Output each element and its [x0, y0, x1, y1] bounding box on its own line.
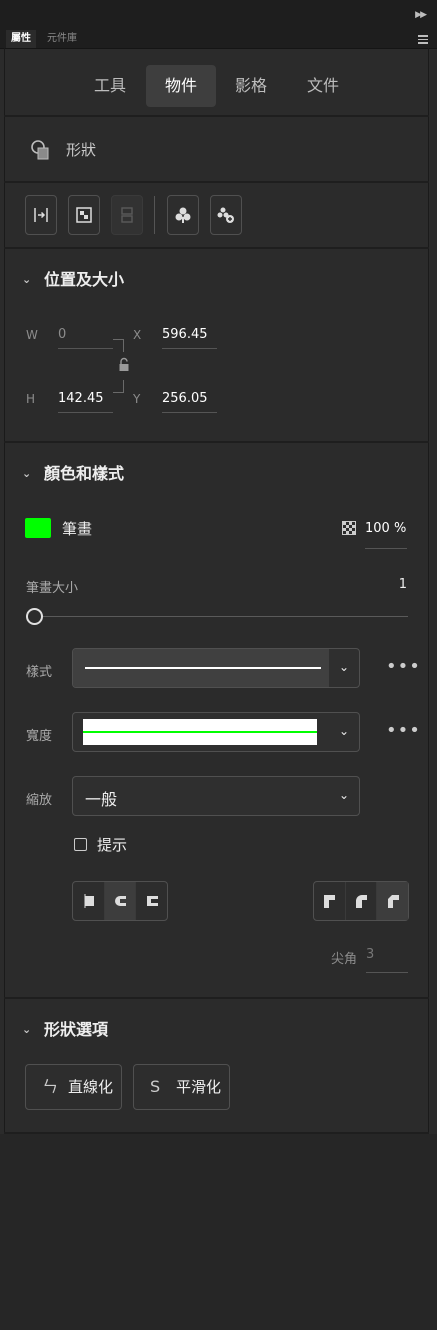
- width-profile-label: 寬度: [26, 729, 53, 744]
- break-apart-button[interactable]: [111, 195, 143, 235]
- tab-document[interactable]: 文件: [290, 65, 356, 107]
- shape-options-header[interactable]: ⌄ 形狀選項: [22, 1016, 108, 1040]
- divider: [4, 115, 429, 117]
- scale-dropdown[interactable]: 一般 ⌄: [72, 776, 360, 816]
- stroke-size-value[interactable]: 1: [399, 577, 407, 592]
- panel-top-strip: ▶▶: [0, 0, 437, 30]
- color-style-title: 顏色和樣式: [44, 464, 125, 483]
- tab-properties[interactable]: 屬性: [6, 30, 36, 48]
- position-size-header[interactable]: ⌄ 位置及大小: [22, 266, 124, 290]
- join-bevel-icon: [387, 895, 399, 908]
- scale-value: 一般: [85, 790, 118, 809]
- tab-tools[interactable]: 工具: [78, 65, 142, 107]
- hint-checkbox[interactable]: [74, 838, 87, 851]
- collapse-panel-icon[interactable]: ▶▶: [415, 10, 427, 20]
- tab-object[interactable]: 物件: [146, 65, 216, 107]
- style-label: 樣式: [26, 665, 53, 680]
- shape-icon: [31, 140, 49, 160]
- panel-frame-left: [4, 48, 5, 1134]
- join-miter-button[interactable]: [314, 882, 346, 920]
- x-field[interactable]: 596.45: [162, 322, 217, 349]
- align-button[interactable]: [25, 195, 57, 235]
- swap-symbol-icon: [76, 207, 92, 223]
- divider: [4, 181, 429, 183]
- smooth-label: 平滑化: [176, 1078, 222, 1096]
- align-icon: [34, 208, 48, 222]
- panel-menu-icon[interactable]: [418, 33, 428, 46]
- width-profile-line: [83, 731, 317, 733]
- opacity-checker-icon: [342, 521, 356, 535]
- cap-none-icon: [84, 894, 95, 908]
- join-round-icon: [356, 895, 367, 908]
- divider: [4, 441, 429, 443]
- hint-label: 提示: [97, 836, 128, 854]
- chevron-down-icon: ⌄: [22, 1023, 32, 1036]
- swap-symbol-button[interactable]: [68, 195, 100, 235]
- miter-field[interactable]: 3: [366, 942, 408, 973]
- opacity-field[interactable]: 100 %: [365, 518, 407, 549]
- width-profile-dropdown[interactable]: ⌄: [72, 712, 360, 752]
- height-field[interactable]: 142.45: [58, 386, 113, 413]
- stroke-size-slider-knob[interactable]: [26, 608, 43, 625]
- stroke-label: 筆畫: [62, 520, 93, 538]
- tab-library[interactable]: 元件庫: [42, 30, 82, 48]
- color-style-header[interactable]: ⌄ 顏色和樣式: [22, 460, 124, 484]
- toolbar-divider: [154, 196, 155, 234]
- chevron-down-icon: ⌄: [338, 788, 349, 802]
- position-size-title: 位置及大小: [44, 270, 125, 289]
- join-miter-icon: [324, 895, 336, 908]
- style-more-button[interactable]: •••: [386, 656, 421, 677]
- straighten-icon: ㄣ: [42, 1077, 59, 1096]
- cap-square-button[interactable]: [136, 882, 167, 920]
- divider: [4, 997, 429, 999]
- stroke-size-label: 筆畫大小: [26, 581, 79, 596]
- stroke-style-preview: [73, 649, 329, 687]
- smooth-button[interactable]: S 平滑化: [133, 1064, 230, 1110]
- y-label: Y: [133, 392, 141, 406]
- panel-empty-area: [0, 1134, 437, 1330]
- cap-round-icon: [115, 896, 126, 906]
- create-symbol-icon: [175, 207, 191, 223]
- h-label: H: [26, 392, 36, 406]
- chevron-down-icon: ⌄: [338, 660, 349, 674]
- edit-symbol-button[interactable]: [210, 195, 242, 235]
- cap-none-button[interactable]: [73, 882, 105, 920]
- break-apart-icon: [121, 207, 133, 223]
- chevron-down-icon: ⌄: [22, 467, 32, 480]
- link-bracket-bottom: [113, 380, 124, 393]
- cap-square-icon: [146, 896, 158, 906]
- w-label: W: [26, 328, 38, 342]
- width-profile-preview: [83, 719, 317, 745]
- edit-symbol-icon: [217, 207, 234, 223]
- cap-style-group: [72, 881, 168, 921]
- stroke-size-slider[interactable]: [34, 616, 408, 617]
- panel-tab-bar: 屬性 元件庫: [0, 30, 437, 49]
- panel-frame-right: [428, 48, 429, 1134]
- create-symbol-button[interactable]: [167, 195, 199, 235]
- divider: [4, 247, 429, 249]
- object-type-label: 形狀: [66, 141, 97, 159]
- miter-label: 尖角: [331, 952, 358, 967]
- cap-round-button[interactable]: [104, 882, 137, 920]
- stroke-style-dropdown[interactable]: ⌄: [72, 648, 360, 688]
- straighten-button[interactable]: ㄣ 直線化: [25, 1064, 122, 1110]
- join-round-button[interactable]: [346, 882, 378, 920]
- width-more-button[interactable]: •••: [386, 720, 421, 741]
- solid-line-preview: [85, 667, 321, 669]
- smooth-icon: S: [150, 1077, 161, 1096]
- shape-options-title: 形狀選項: [44, 1020, 109, 1039]
- stroke-color-swatch[interactable]: [25, 518, 51, 538]
- lock-icon[interactable]: [118, 357, 130, 373]
- scale-label: 縮放: [26, 793, 53, 808]
- y-field[interactable]: 256.05: [162, 386, 217, 413]
- link-bracket-top: [113, 339, 124, 352]
- chevron-down-icon: ⌄: [22, 273, 32, 286]
- chevron-down-icon: ⌄: [338, 724, 349, 738]
- width-field[interactable]: 0: [58, 322, 113, 349]
- straighten-label: 直線化: [68, 1078, 114, 1096]
- join-bevel-button[interactable]: [377, 882, 409, 920]
- join-style-group: [313, 881, 409, 921]
- tab-frame[interactable]: 影格: [218, 65, 284, 107]
- x-label: X: [133, 328, 142, 342]
